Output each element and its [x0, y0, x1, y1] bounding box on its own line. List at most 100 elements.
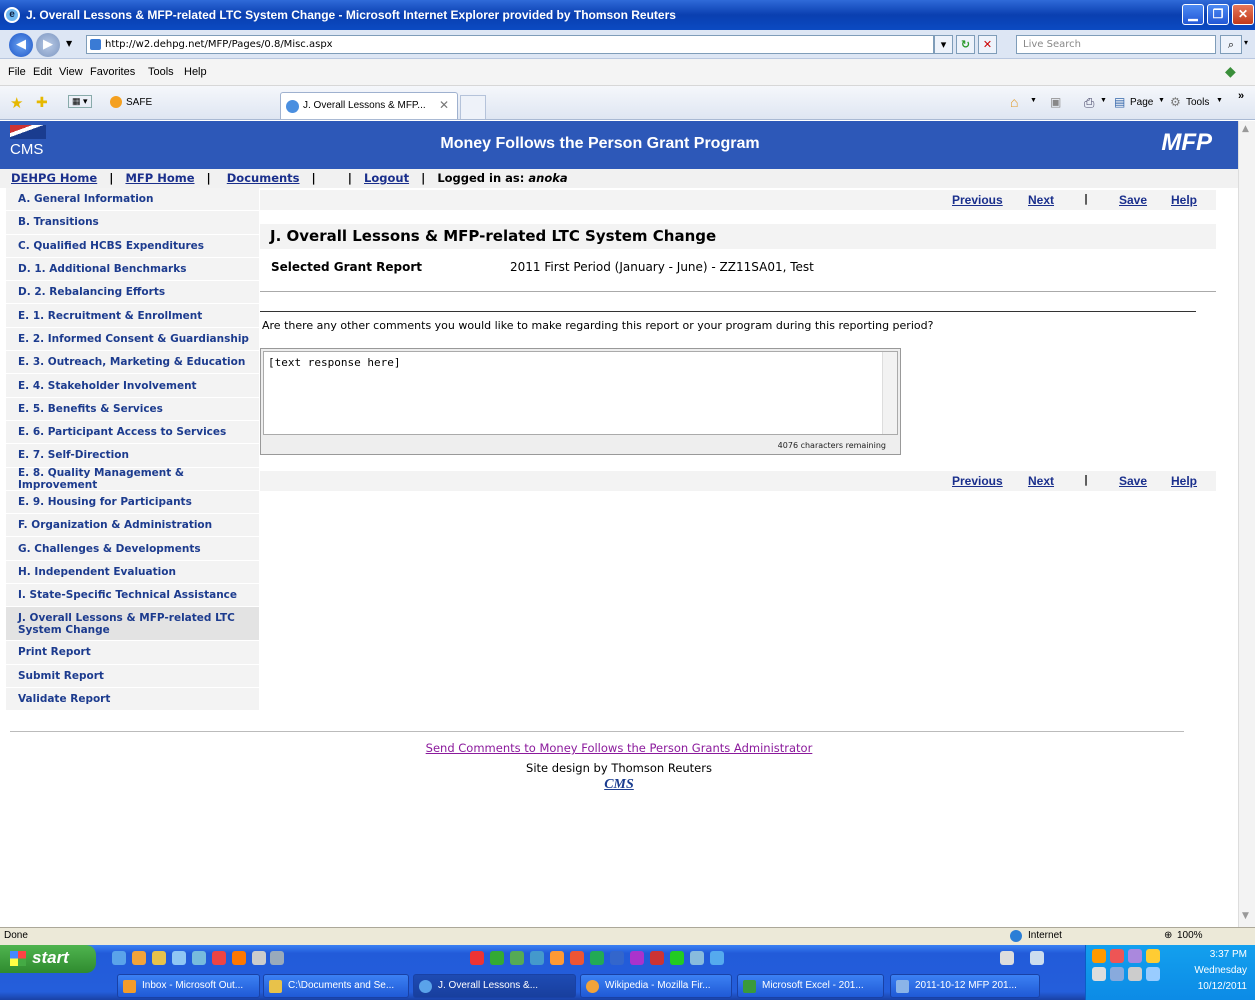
- refresh-button[interactable]: ↻: [956, 35, 975, 54]
- help-icon[interactable]: [1030, 951, 1044, 965]
- sidebar-item-i[interactable]: I. State-Specific Technical Assistance: [6, 584, 259, 608]
- back-button[interactable]: ◀: [9, 33, 33, 57]
- sidebar-item-e8[interactable]: E. 8. Quality Management & Improvement: [6, 467, 259, 491]
- quicklaunch-folder-icon[interactable]: [152, 951, 166, 965]
- page-menu[interactable]: Page: [1130, 97, 1153, 108]
- next-link-bottom[interactable]: Next: [1028, 474, 1054, 488]
- quicklaunch-app-icon[interactable]: [690, 951, 704, 965]
- close-window-button[interactable]: ✕: [1232, 4, 1254, 25]
- task-internet-explorer[interactable]: J. Overall Lessons &...: [413, 974, 576, 998]
- quicklaunch-app-icon[interactable]: [590, 951, 604, 965]
- live-search-input[interactable]: Live Search: [1016, 35, 1216, 54]
- sidebar-item-d1[interactable]: D. 1. Additional Benchmarks: [6, 257, 259, 282]
- tray-icon[interactable]: [1146, 967, 1160, 981]
- sidebar-item-e2[interactable]: E. 2. Informed Consent & Guardianship: [6, 327, 259, 352]
- task-explorer[interactable]: C:\Documents and Se...: [263, 974, 409, 998]
- chevron-more-icon[interactable]: »: [1238, 90, 1244, 102]
- task-document[interactable]: 2011-10-12 MFP 201...: [890, 974, 1040, 998]
- feeds-icon[interactable]: ▣: [1050, 95, 1061, 109]
- sidebar-submit-report[interactable]: Submit Report: [6, 664, 259, 688]
- search-icon[interactable]: ⌕: [1220, 35, 1242, 54]
- next-link[interactable]: Next: [1028, 193, 1054, 207]
- quicklaunch-app-icon[interactable]: [550, 951, 564, 965]
- previous-link[interactable]: Previous: [952, 193, 1003, 207]
- documents-link[interactable]: Documents: [227, 171, 300, 185]
- help-link-bottom[interactable]: Help: [1171, 474, 1197, 488]
- address-dropdown-button[interactable]: ▾: [934, 35, 953, 54]
- tools-dropdown-icon[interactable]: ▼: [1216, 97, 1223, 104]
- quicklaunch-app-icon[interactable]: [530, 951, 544, 965]
- quicklaunch-browser-icon[interactable]: [172, 951, 186, 965]
- menu-tools[interactable]: Tools: [148, 66, 174, 78]
- menu-file[interactable]: File: [8, 66, 26, 78]
- tray-icon[interactable]: [1128, 967, 1142, 981]
- tray-icon[interactable]: [1092, 949, 1106, 963]
- sidebar-item-e9[interactable]: E. 9. Housing for Participants: [6, 490, 259, 515]
- quicklaunch-firefox-icon[interactable]: [132, 951, 146, 965]
- maximize-button[interactable]: ❐: [1207, 4, 1229, 25]
- sidebar-item-e5[interactable]: E. 5. Benefits & Services: [6, 397, 259, 421]
- quicklaunch-excel-icon[interactable]: [490, 951, 504, 965]
- sidebar-item-h[interactable]: H. Independent Evaluation: [6, 560, 259, 585]
- sidebar-item-c[interactable]: C. Qualified HCBS Expenditures: [6, 234, 259, 258]
- quicklaunch-app-icon[interactable]: [710, 951, 724, 965]
- quicklaunch-app-icon[interactable]: [630, 951, 644, 965]
- quicklaunch-app-icon[interactable]: [610, 951, 624, 965]
- sidebar-item-b[interactable]: B. Transitions: [6, 211, 259, 235]
- sidebar-item-e4[interactable]: E. 4. Stakeholder Involvement: [6, 374, 259, 398]
- quicklaunch-app-icon[interactable]: [650, 951, 664, 965]
- start-button[interactable]: start: [0, 945, 96, 973]
- quicklaunch-app-icon[interactable]: [670, 951, 684, 965]
- page-dropdown-icon[interactable]: ▼: [1158, 97, 1165, 104]
- address-input[interactable]: http://w2.dehpg.net/MFP/Pages/0.8/Misc.a…: [86, 35, 934, 54]
- close-tab-icon[interactable]: ✕: [439, 98, 449, 112]
- clock-time[interactable]: 3:37 PM: [1210, 949, 1247, 960]
- quicklaunch-app-icon[interactable]: [212, 951, 226, 965]
- quicklaunch-acrobat-icon[interactable]: [470, 951, 484, 965]
- menu-view[interactable]: View: [59, 66, 83, 78]
- history-dropdown-icon[interactable]: ▼: [66, 39, 72, 48]
- tray-icon[interactable]: [1146, 949, 1160, 963]
- print-icon[interactable]: ⎙: [1084, 95, 1094, 111]
- sidebar-item-e1[interactable]: E. 1. Recruitment & Enrollment: [6, 304, 259, 328]
- print-dropdown-icon[interactable]: ▼: [1100, 97, 1107, 104]
- quicklaunch-app-icon[interactable]: [510, 951, 524, 965]
- favorites-star-icon[interactable]: ★: [10, 94, 23, 112]
- tools-gear-icon[interactable]: ⚙: [1170, 95, 1181, 109]
- quicklaunch-ie-icon[interactable]: [112, 951, 126, 965]
- tools-menu[interactable]: Tools: [1186, 97, 1209, 108]
- menu-help[interactable]: Help: [184, 66, 207, 78]
- logout-link[interactable]: Logout: [364, 171, 409, 185]
- comments-textarea[interactable]: [text response here]: [263, 351, 898, 435]
- sidebar-item-e7[interactable]: E. 7. Self-Direction: [6, 444, 259, 468]
- quicklaunch-app-icon[interactable]: [1000, 951, 1014, 965]
- previous-link-bottom[interactable]: Previous: [952, 474, 1003, 488]
- save-link[interactable]: Save: [1119, 193, 1147, 207]
- quicklaunch-app-icon[interactable]: [232, 951, 246, 965]
- scroll-up-icon[interactable]: ▲: [1242, 124, 1249, 134]
- sidebar-item-d2[interactable]: D. 2. Rebalancing Efforts: [6, 281, 259, 305]
- sidebar-item-f[interactable]: F. Organization & Administration: [6, 514, 259, 538]
- sidebar-print-report[interactable]: Print Report: [6, 641, 259, 665]
- sidebar-validate-report[interactable]: Validate Report: [6, 687, 259, 712]
- textarea-scrollbar[interactable]: [882, 352, 897, 434]
- tray-icon[interactable]: [1110, 949, 1124, 963]
- forward-button[interactable]: ▶: [36, 33, 60, 57]
- safe-link[interactable]: SAFE: [126, 97, 152, 108]
- stop-button[interactable]: ✕: [978, 35, 997, 54]
- zoom-level[interactable]: 100%: [1177, 928, 1203, 944]
- task-excel[interactable]: Microsoft Excel - 201...: [737, 974, 884, 998]
- sidebar-item-e3[interactable]: E. 3. Outreach, Marketing & Education: [6, 351, 259, 375]
- quicklaunch-app-icon[interactable]: [192, 951, 206, 965]
- send-comments-link[interactable]: Send Comments to Money Follows the Perso…: [426, 741, 813, 755]
- page-menu-icon[interactable]: ▤: [1114, 95, 1125, 109]
- add-favorite-icon[interactable]: ✚: [36, 94, 48, 111]
- scroll-down-icon[interactable]: ▼: [1242, 911, 1249, 921]
- tray-icon[interactable]: [1092, 967, 1106, 981]
- search-options-icon[interactable]: ▾: [1244, 38, 1248, 47]
- mfp-home-link[interactable]: MFP Home: [125, 171, 194, 185]
- quicklaunch-app-icon[interactable]: [252, 951, 266, 965]
- sidebar-item-a[interactable]: A. General Information: [6, 188, 259, 212]
- new-tab-button[interactable]: [460, 95, 486, 119]
- quick-tabs-icon[interactable]: ▦ ▾: [68, 95, 92, 108]
